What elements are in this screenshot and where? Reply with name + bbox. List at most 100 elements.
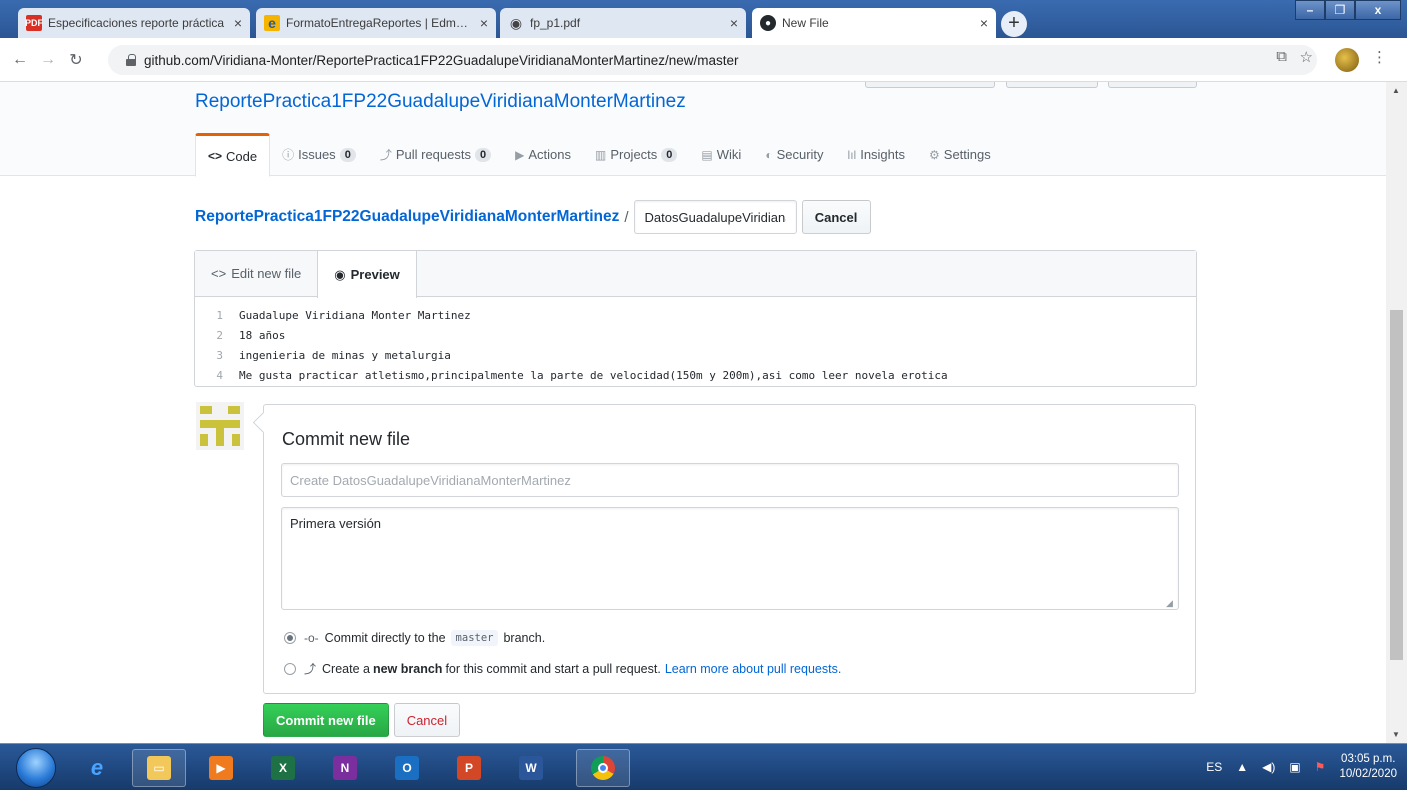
taskbar-media-player[interactable]: ▶ (194, 749, 248, 787)
menu-kebab-icon[interactable]: ⋮ (1372, 48, 1387, 66)
tab-preview[interactable]: ◉ Preview (317, 251, 417, 298)
maximize-button[interactable]: ❐ (1325, 0, 1355, 20)
chrome-icon (591, 756, 615, 780)
commit-direct-option[interactable]: -o- Commit directly to the master branch… (284, 630, 545, 646)
fork-button[interactable] (1108, 82, 1197, 88)
taskbar-powerpoint[interactable]: P (442, 749, 496, 787)
translate-icon[interactable]: ⧉ (1276, 48, 1287, 65)
browser-tab-new-file[interactable]: ● New File × (752, 8, 996, 38)
tab-title: New File (782, 16, 829, 30)
close-tab-icon[interactable]: × (480, 15, 488, 31)
browser-tab-fp-p1[interactable]: ◉ fp_p1.pdf × (500, 8, 746, 38)
option-text: for this commit and start a pull request… (445, 661, 661, 676)
line-number: 2 (216, 328, 223, 342)
taskbar-word[interactable]: W (504, 749, 558, 787)
browser-tab-edmodo[interactable]: e FormatoEntregaReportes | Edmodo × (256, 8, 496, 38)
commit-summary-input[interactable] (281, 463, 1179, 497)
close-tab-icon[interactable]: × (980, 15, 988, 31)
tab-insights[interactable]: lıl Insights (836, 133, 917, 176)
forward-icon[interactable]: → (34, 51, 62, 69)
page-scrollbar[interactable]: ▲ ▼ (1386, 82, 1407, 743)
commit-heading: Commit new file (282, 429, 411, 449)
folder-icon: ▭ (147, 756, 171, 780)
taskbar-outlook[interactable]: O (380, 749, 434, 787)
resize-handle-icon[interactable]: ◢ (1166, 598, 1173, 609)
taskbar-excel[interactable]: X (256, 749, 310, 787)
watch-button[interactable] (865, 82, 995, 88)
identicon-block (200, 420, 240, 428)
git-commit-icon: -o- (304, 631, 319, 645)
cancel-edit-button[interactable]: Cancel (801, 200, 871, 234)
github-icon: ● (760, 15, 776, 31)
repo-title-link[interactable]: ReportePractica1FP22GuadalupeViridianaMo… (195, 91, 686, 113)
tab-title: FormatoEntregaReportes | Edmodo (286, 16, 474, 30)
filename-input[interactable] (633, 200, 797, 234)
address-bar[interactable]: github.com/Viridiana-Monter/ReportePract… (108, 45, 1317, 75)
tab-wiki[interactable]: ▤ Wiki (689, 133, 753, 176)
line-number: 1 (216, 308, 223, 322)
reload-icon[interactable]: ↻ (62, 50, 90, 70)
identicon-block (228, 406, 240, 414)
commit-new-file-button[interactable]: Commit new file (263, 703, 389, 737)
start-button[interactable] (16, 748, 56, 788)
close-tab-icon[interactable]: × (730, 15, 738, 31)
bookmark-star-icon[interactable]: ☆ (1300, 48, 1313, 66)
line-number: 4 (216, 368, 223, 382)
lock-icon (126, 54, 136, 66)
tab-edit-new-file[interactable]: <> Edit new file (195, 251, 317, 296)
preview-code: 1 Guadalupe Viridiana Monter Martinez 2 18… (195, 297, 1196, 385)
line-text: 18 años (239, 328, 286, 342)
learn-more-link[interactable]: Learn more about pull requests. (665, 662, 842, 676)
tab-issues[interactable]: ⓘ Issues 0 (270, 133, 368, 176)
scrollbar-thumb[interactable] (1390, 310, 1403, 660)
repo-nav: <> Code ⓘ Issues 0 ⤴ Pull requests 0 ▶ Actions… (195, 133, 1003, 177)
commit-direct-radio[interactable] (284, 632, 296, 644)
url-text: github.com/Viridiana-Monter/ReportePract… (144, 52, 739, 68)
browser-tab-especificaciones[interactable]: PDF Especificaciones reporte práctica × (18, 8, 250, 38)
close-tab-icon[interactable]: × (234, 15, 242, 31)
tab-security[interactable]: ◐ Security (753, 133, 835, 176)
excel-icon: X (271, 756, 295, 780)
star-button[interactable] (1006, 82, 1098, 88)
tab-actions[interactable]: ▶ Actions (503, 133, 583, 176)
cancel-button[interactable]: Cancel (393, 703, 461, 737)
show-hidden-icons-icon[interactable]: ▲ (1236, 760, 1248, 774)
new-branch-radio[interactable] (284, 662, 296, 675)
language-indicator[interactable]: ES (1206, 760, 1222, 774)
new-tab-button[interactable]: + (1001, 11, 1027, 37)
commit-description-textarea[interactable]: Primera versión (281, 507, 1179, 610)
volume-icon[interactable]: ◀) (1262, 760, 1275, 774)
globe-icon: ◉ (509, 14, 523, 31)
breadcrumb-repo-link[interactable]: ReportePractica1FP22GuadalupeViridianaMo… (195, 208, 619, 226)
taskbar-onenote[interactable]: N (318, 749, 372, 787)
network-icon[interactable]: ▣ (1289, 760, 1300, 774)
new-branch-option[interactable]: ⤴ Create a new branch for this commit an… (284, 660, 841, 677)
breadcrumb: ReportePractica1FP22GuadalupeViridianaMo… (195, 200, 871, 234)
taskbar-chrome[interactable] (576, 749, 630, 787)
scroll-up-icon[interactable]: ▲ (1392, 86, 1400, 95)
branch-name: master (450, 630, 499, 646)
windows-taskbar: e ▭ ▶ X N O P W ES ▲ ◀) ▣ ⚑ 03:05 p.m. 1… (0, 743, 1407, 790)
pull-request-icon: ⤴ (379, 148, 392, 162)
tab-label: Projects (610, 147, 658, 162)
taskbar-explorer[interactable]: ▭ (132, 749, 186, 787)
identicon-block (216, 428, 224, 446)
tab-title: fp_p1.pdf (530, 16, 581, 30)
taskbar-ie[interactable]: e (70, 749, 124, 787)
tab-code[interactable]: <> Code (195, 133, 271, 177)
clock[interactable]: 03:05 p.m. 10/02/2020 (1339, 752, 1397, 782)
close-window-button[interactable]: x (1355, 0, 1401, 20)
profile-avatar[interactable] (1335, 48, 1359, 72)
user-identicon[interactable] (196, 402, 244, 450)
tab-label: Code (226, 148, 258, 164)
commit-actions: Commit new file Cancel (263, 703, 461, 737)
tab-pull-requests[interactable]: ⤴ Pull requests 0 (368, 133, 503, 176)
minimize-button[interactable]: – (1295, 0, 1325, 20)
tab-projects[interactable]: ▥ Projects 0 (583, 133, 689, 176)
identicon-block (200, 406, 212, 414)
tab-settings[interactable]: ⚙ Settings (917, 133, 1003, 176)
action-center-flag-icon[interactable]: ⚑ (1315, 760, 1326, 774)
scroll-down-icon[interactable]: ▼ (1392, 730, 1400, 739)
code-icon: <> (211, 266, 227, 281)
back-icon[interactable]: ← (6, 51, 34, 69)
